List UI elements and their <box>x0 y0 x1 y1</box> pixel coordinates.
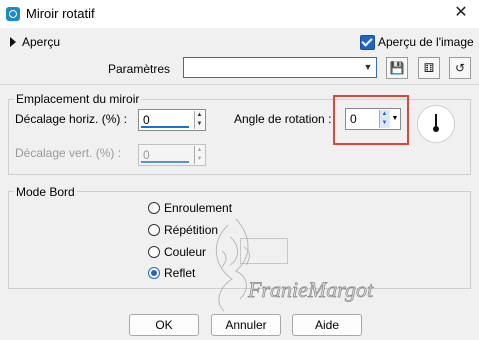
app-icon <box>6 7 20 21</box>
preview-image-checkbox[interactable] <box>360 35 375 50</box>
ok-button[interactable]: OK <box>129 314 199 336</box>
expand-triangle-icon[interactable] <box>10 37 16 47</box>
radio-enroulement[interactable] <box>148 202 160 214</box>
radio-couleur[interactable] <box>148 246 160 258</box>
divider <box>0 84 479 85</box>
save-icon[interactable]: 💾 <box>386 57 408 79</box>
radio-label-reflet[interactable]: Reflet <box>164 266 195 280</box>
dial-needle-icon <box>433 114 439 132</box>
help-button[interactable]: Aide <box>292 314 362 336</box>
offset-v-label: Décalage vert. (%) : <box>15 146 122 160</box>
offset-h-slider-bar[interactable] <box>141 126 189 128</box>
offset-v-stepper[interactable]: ▲ ▼ <box>194 146 204 164</box>
angle-label: Angle de rotation : <box>234 112 332 126</box>
offset-h-value: 0 <box>143 113 150 127</box>
preview-image-label: Aperçu de l'image <box>378 35 474 49</box>
cancel-button[interactable]: Annuler <box>211 314 281 336</box>
close-button[interactable]: ✕ <box>446 2 476 24</box>
dice-icon[interactable]: ⚅ <box>418 57 440 79</box>
chevron-down-icon[interactable]: ▼ <box>360 58 376 77</box>
angle-dropdown-arrow[interactable]: ▼ <box>391 110 399 128</box>
offset-v-slider-bar[interactable] <box>141 161 189 163</box>
offset-h-spinner[interactable]: 0 ▲ ▼ <box>138 109 206 131</box>
params-label: Paramètres <box>108 62 171 76</box>
angle-spinner[interactable]: 0 ▲ ▼ ▼ <box>345 108 401 130</box>
angle-value: 0 <box>350 112 357 126</box>
params-combo[interactable] <box>183 57 377 78</box>
reset-icon[interactable]: ↺ <box>449 57 471 79</box>
mirror-group-title: Emplacement du miroir <box>14 92 142 106</box>
offset-v-value: 0 <box>143 148 150 162</box>
radio-reflet[interactable] <box>148 267 160 279</box>
radio-repetition[interactable] <box>148 224 160 236</box>
offset-h-label: Décalage horiz. (%) : <box>15 112 128 126</box>
watermark-graphic: FranieMargot <box>215 218 374 312</box>
watermark-text: FranieMargot <box>247 277 374 302</box>
offset-h-stepper[interactable]: ▲ ▼ <box>194 111 204 129</box>
edge-group-title: Mode Bord <box>14 185 77 199</box>
window-title: Miroir rotatif <box>26 6 95 21</box>
angle-stepper[interactable]: ▲ ▼ <box>379 110 390 128</box>
offset-v-spinner[interactable]: 0 ▲ ▼ <box>138 144 206 166</box>
angle-dial[interactable] <box>417 105 455 143</box>
preview-toggle-label[interactable]: Aperçu <box>22 35 60 49</box>
